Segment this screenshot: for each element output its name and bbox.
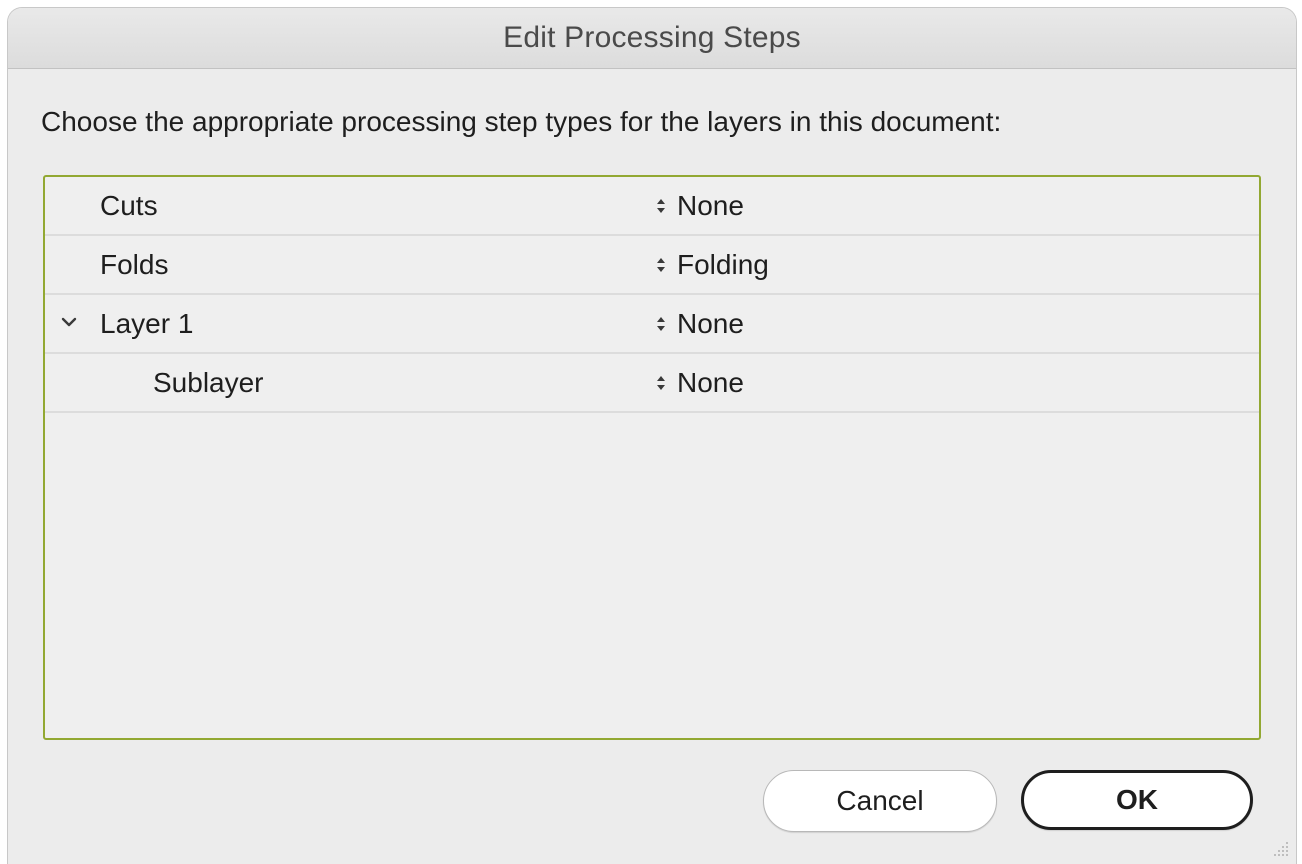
chevron-down-icon[interactable] — [58, 310, 80, 334]
layer-name: Cuts — [100, 190, 158, 221]
processing-step-select[interactable]: None — [655, 308, 744, 340]
up-down-arrows-icon — [657, 199, 665, 213]
layer-row-folds[interactable]: Folds Folding — [45, 236, 1259, 295]
dialog-title: Edit Processing Steps — [503, 21, 801, 54]
layers-table[interactable]: Cuts None Folds Folding Layer 1 None Sub… — [43, 175, 1261, 740]
cancel-button[interactable]: Cancel — [763, 770, 997, 832]
layer-row-sublayer[interactable]: Sublayer None — [45, 354, 1259, 413]
layer-name: Folds — [100, 249, 169, 280]
processing-step-select[interactable]: Folding — [655, 249, 769, 281]
dialog-buttons: Cancel OK — [763, 770, 1253, 832]
processing-step-value: None — [677, 308, 744, 339]
ok-button[interactable]: OK — [1021, 770, 1253, 830]
layer-name: Sublayer — [153, 367, 264, 398]
layer-row-layer-1[interactable]: Layer 1 None — [45, 295, 1259, 354]
resize-grip-icon[interactable] — [1272, 840, 1290, 858]
processing-step-select[interactable]: None — [655, 190, 744, 222]
dialog-title-bar[interactable]: Edit Processing Steps — [8, 8, 1296, 69]
up-down-arrows-icon — [657, 376, 665, 390]
processing-step-select[interactable]: None — [655, 367, 744, 399]
processing-step-value: None — [677, 367, 744, 398]
up-down-arrows-icon — [657, 258, 665, 272]
processing-step-value: None — [677, 190, 744, 221]
instructions-text: Choose the appropriate processing step t… — [41, 106, 1002, 137]
layer-row-cuts[interactable]: Cuts None — [45, 177, 1259, 236]
layer-name: Layer 1 — [100, 308, 194, 339]
processing-step-value: Folding — [677, 249, 769, 280]
edit-processing-steps-dialog: Edit Processing Steps Choose the appropr… — [8, 8, 1296, 864]
up-down-arrows-icon — [657, 317, 665, 331]
